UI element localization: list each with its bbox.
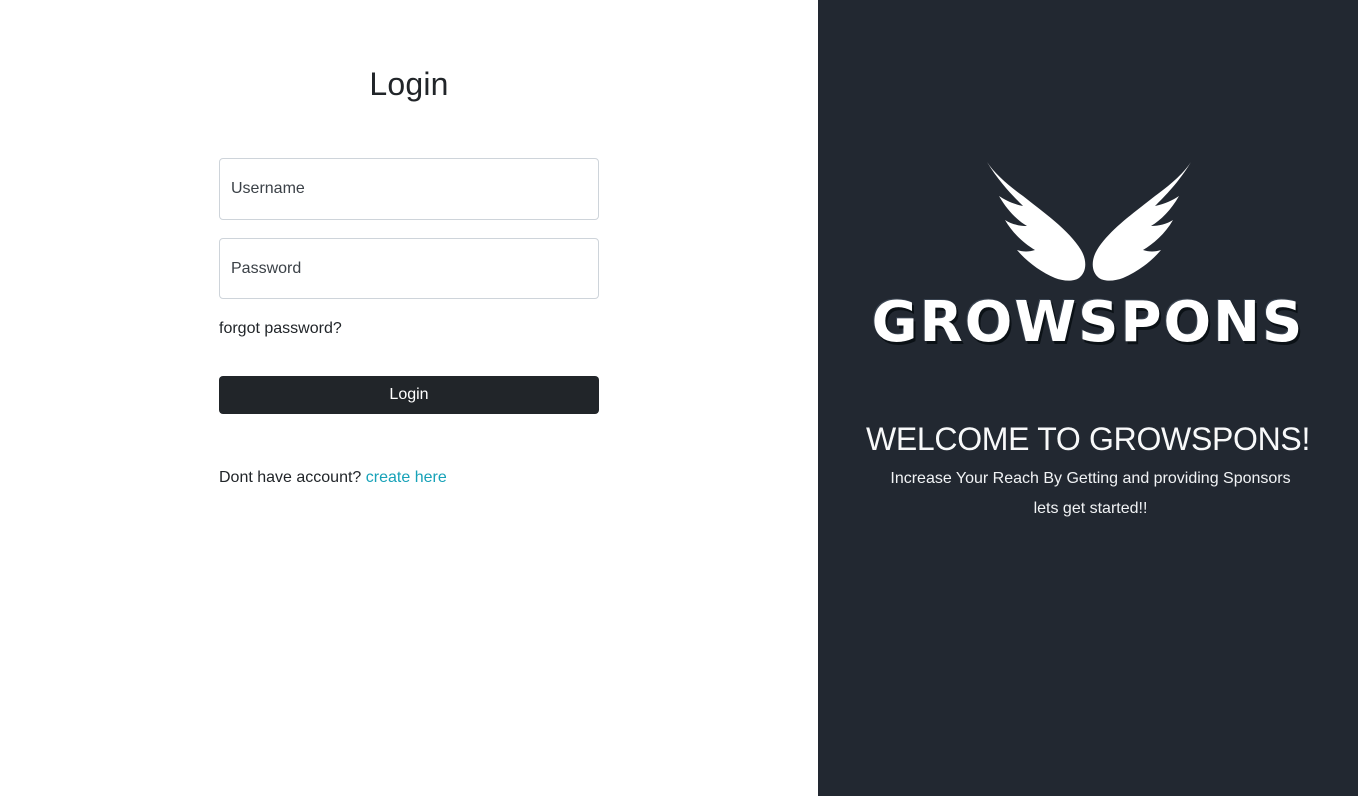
tagline-text: Increase Your Reach By Getting and provi… — [890, 470, 1291, 487]
get-started-text: lets get started!! — [1033, 500, 1148, 517]
username-input[interactable] — [219, 158, 599, 220]
brand-logo-wordmark: GROWSPONS — [871, 290, 1305, 355]
signup-prompt: Dont have account? create here — [219, 469, 447, 487]
forgot-password-link[interactable]: forgot password? — [219, 320, 342, 338]
create-account-link[interactable]: create here — [366, 469, 447, 486]
password-input[interactable] — [219, 238, 599, 299]
signup-prompt-text: Dont have account? — [219, 469, 362, 486]
wings-icon — [987, 162, 1191, 281]
welcome-heading: WELCOME TO GROWSPONS! — [865, 421, 1311, 457]
login-panel: Login forgot password? Login Dont have a… — [0, 0, 818, 796]
page-title: Login — [369, 66, 449, 102]
login-button[interactable]: Login — [219, 376, 599, 414]
login-page: Login forgot password? Login Dont have a… — [0, 0, 1358, 796]
brand-panel: GROWSPONS WELCOME TO GROWSPONS! Increase… — [818, 0, 1358, 796]
